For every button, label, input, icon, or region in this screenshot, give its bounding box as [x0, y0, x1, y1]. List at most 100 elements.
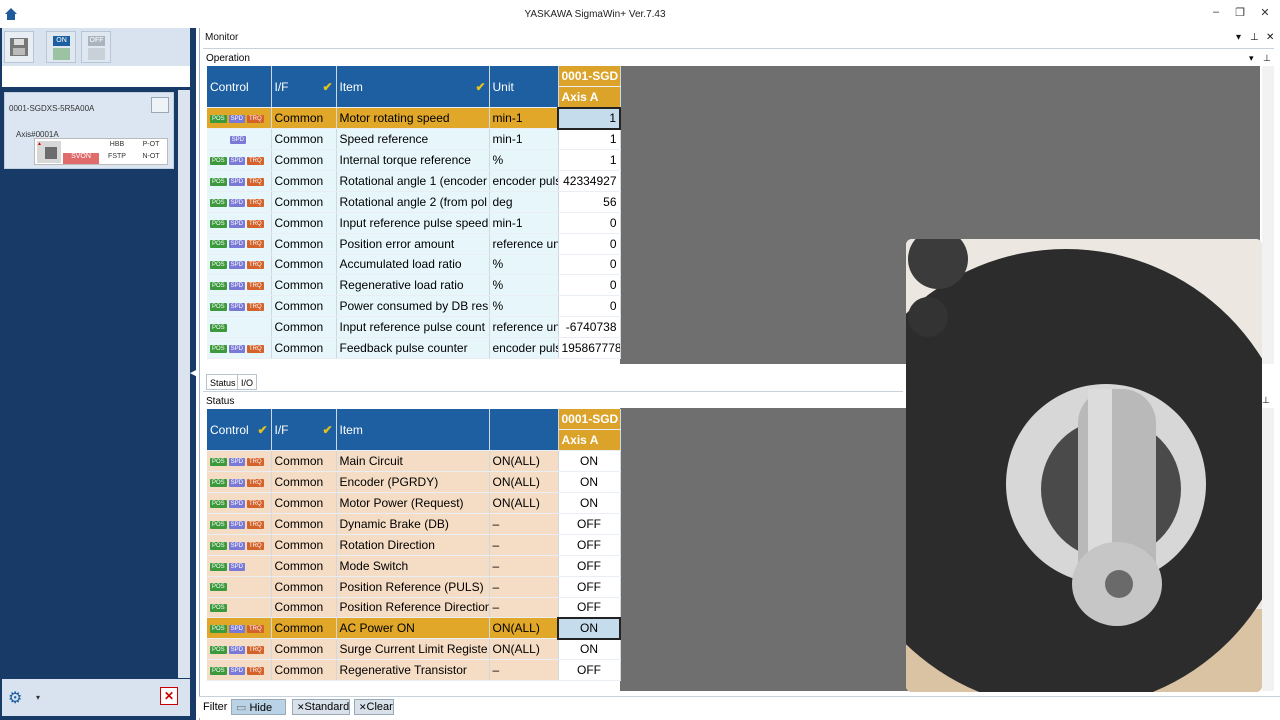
if-cell: Common: [271, 659, 337, 682]
settings-icon[interactable]: ⚙: [8, 688, 22, 708]
table-row[interactable]: POS SPD TRQ Common Feedback pulse counter enc…: [207, 337, 621, 359]
col-item[interactable]: Item ✔: [336, 66, 490, 109]
value-cell[interactable]: OFF: [558, 534, 621, 556]
table-row[interactable]: POS SPD TRQ Common Dynamic Brake (DB) – OFF: [207, 513, 621, 535]
device-bottom-bar: ⚙ ▾ ✕: [2, 679, 190, 716]
unit-cell: min-1: [489, 128, 559, 151]
value-cell[interactable]: 0: [558, 295, 621, 318]
value-cell[interactable]: ON: [558, 450, 621, 473]
value-cell[interactable]: ON: [558, 492, 621, 514]
col-control[interactable]: Control: [207, 66, 272, 109]
hide-button[interactable]: ▭ Hide: [231, 699, 286, 715]
device-list-scrollbar[interactable]: [178, 90, 190, 678]
col-condition[interactable]: [489, 409, 559, 452]
table-row[interactable]: POS SPD TRQ Common Position error amount refe…: [207, 233, 621, 255]
operation-scrollbar[interactable]: [1262, 66, 1274, 364]
collapse-left-icon[interactable]: ◀: [190, 366, 198, 380]
table-row[interactable]: POS SPD TRQ Common Regenerative Transistor – O…: [207, 659, 621, 682]
device-detail-icon[interactable]: [151, 97, 169, 113]
value-cell[interactable]: 0: [558, 212, 621, 234]
pos-tag-icon: POS: [210, 344, 227, 353]
col-axis-name[interactable]: Axis A: [558, 429, 621, 452]
col-control[interactable]: Control ✔: [207, 409, 272, 452]
clear-button[interactable]: ✕Clear: [354, 699, 394, 715]
tab-status[interactable]: Status: [206, 374, 240, 390]
col-unit[interactable]: Unit: [489, 66, 559, 109]
col-if[interactable]: I/F ✔: [271, 66, 337, 109]
col-axis-id[interactable]: 0001-SGD: [558, 66, 621, 88]
tab-io[interactable]: I/O: [237, 374, 258, 390]
value-cell[interactable]: 56: [558, 191, 621, 213]
monitor-close-icon[interactable]: ✕: [1266, 32, 1274, 43]
operation-pin-icon[interactable]: ⊥: [1263, 53, 1271, 64]
table-row[interactable]: POS Common Input reference pulse count refe…: [207, 316, 621, 339]
table-row[interactable]: POS SPD TRQ Common Main Circuit ON(ALL) ON: [207, 450, 621, 473]
restore-button[interactable]: ❐: [1231, 6, 1249, 22]
table-row[interactable]: POS SPD TRQ Common Input reference pulse spe…: [207, 212, 621, 234]
table-row[interactable]: POS SPD TRQ Common Rotational angle 2 (from …: [207, 191, 621, 213]
col-item[interactable]: Item: [336, 409, 490, 452]
pos-tag-icon: POS: [210, 240, 227, 249]
item-cell: Dynamic Brake (DB): [336, 513, 490, 535]
minimize-button[interactable]: –: [1207, 6, 1225, 22]
monitor-pin-icon[interactable]: ⊥: [1250, 32, 1259, 43]
status-pin-icon[interactable]: ⊥: [1262, 395, 1270, 406]
value-cell[interactable]: OFF: [558, 555, 621, 577]
monitor-menu-icon[interactable]: ▾: [1236, 32, 1241, 43]
col-if[interactable]: I/F ✔: [271, 409, 337, 452]
value-cell[interactable]: 1: [557, 106, 621, 130]
motor-image: [906, 239, 1262, 692]
spd-tag-icon: SPD: [228, 198, 246, 207]
value-cell[interactable]: OFF: [558, 659, 621, 682]
servo-on-button[interactable]: ON: [46, 31, 76, 63]
if-cell: Common: [271, 149, 337, 171]
value-cell[interactable]: OFF: [558, 576, 621, 598]
value-cell[interactable]: ON: [557, 616, 621, 640]
unit-cell: encoder puls: [489, 170, 559, 192]
value-cell[interactable]: 42334927: [558, 170, 621, 192]
table-row[interactable]: POS SPD TRQ Common Accumulated load ratio% 0: [207, 254, 621, 276]
device-name: 0001-SGDXS-5R5A00A: [9, 104, 95, 113]
status-scrollbar[interactable]: [1262, 408, 1274, 691]
table-row[interactable]: POS SPD TRQ Common Power consumed by DB resi…: [207, 295, 621, 318]
servo-off-button[interactable]: OFF: [81, 31, 111, 63]
value-cell[interactable]: 195867778: [558, 337, 621, 359]
col-axis-name[interactable]: Axis A: [558, 86, 621, 109]
operation-menu-icon[interactable]: ▾: [1249, 53, 1254, 64]
table-row[interactable]: POS SPD TRQ Common Internal torque reference…: [207, 149, 621, 171]
table-row[interactable]: POS SPD TRQ Common Motor rotating speed min-1…: [207, 106, 621, 130]
table-row[interactable]: POS Common Position Reference (PULS) – OFF: [207, 576, 621, 598]
item-cell: Regenerative Transistor: [336, 659, 490, 682]
value-cell[interactable]: 1: [558, 149, 621, 171]
device-card[interactable]: 0001-SGDXS-5R5A00A Axis#0001A ▲ HBB P-OT…: [4, 92, 174, 169]
spd-tag-icon: SPD: [228, 499, 246, 508]
table-row[interactable]: SPD Common Speed reference min-1 1: [207, 128, 621, 151]
control-tags: POS SPD TRQ: [207, 513, 272, 535]
table-row[interactable]: POS SPD TRQ Common Encoder (PGRDY) ON(ALL) ON: [207, 471, 621, 494]
value-cell[interactable]: 0: [558, 254, 621, 276]
table-row[interactable]: POS SPD TRQ Common AC Power ON ON(ALL) ON: [207, 616, 621, 640]
value-cell[interactable]: ON: [558, 471, 621, 494]
col-axis-id[interactable]: 0001-SGD: [558, 409, 621, 431]
value-cell[interactable]: ON: [558, 638, 621, 661]
value-cell[interactable]: 0: [558, 274, 621, 297]
value-cell[interactable]: 1: [558, 128, 621, 151]
remove-device-icon[interactable]: ✕: [160, 687, 178, 705]
table-row[interactable]: POS SPD Common Mode Switch – OFF: [207, 555, 621, 577]
value-cell[interactable]: OFF: [558, 513, 621, 535]
value-cell[interactable]: 0: [558, 233, 621, 255]
table-row[interactable]: POS SPD TRQ Common Rotation Direction – OFF: [207, 534, 621, 556]
save-button[interactable]: [4, 31, 34, 63]
value-cell[interactable]: -6740738: [558, 316, 621, 339]
standard-button[interactable]: ✕Standard: [292, 699, 350, 715]
if-cell: Common: [271, 128, 337, 151]
table-row[interactable]: POS SPD TRQ Common Surge Current Limit Regis…: [207, 638, 621, 661]
table-row[interactable]: POS SPD TRQ Common Regenerative load ratio% 0: [207, 274, 621, 297]
table-row[interactable]: POS SPD TRQ Common Rotational angle 1 (encod…: [207, 170, 621, 192]
table-row[interactable]: POS Common Position Reference Direction – OF…: [207, 597, 621, 619]
value-cell[interactable]: OFF: [558, 597, 621, 619]
trq-tag-icon: TRQ: [247, 625, 264, 634]
table-row[interactable]: POS SPD TRQ Common Motor Power (Request) ON(A…: [207, 492, 621, 514]
dropdown-icon[interactable]: ▾: [36, 693, 40, 702]
close-window-button[interactable]: ✕: [1256, 6, 1274, 22]
